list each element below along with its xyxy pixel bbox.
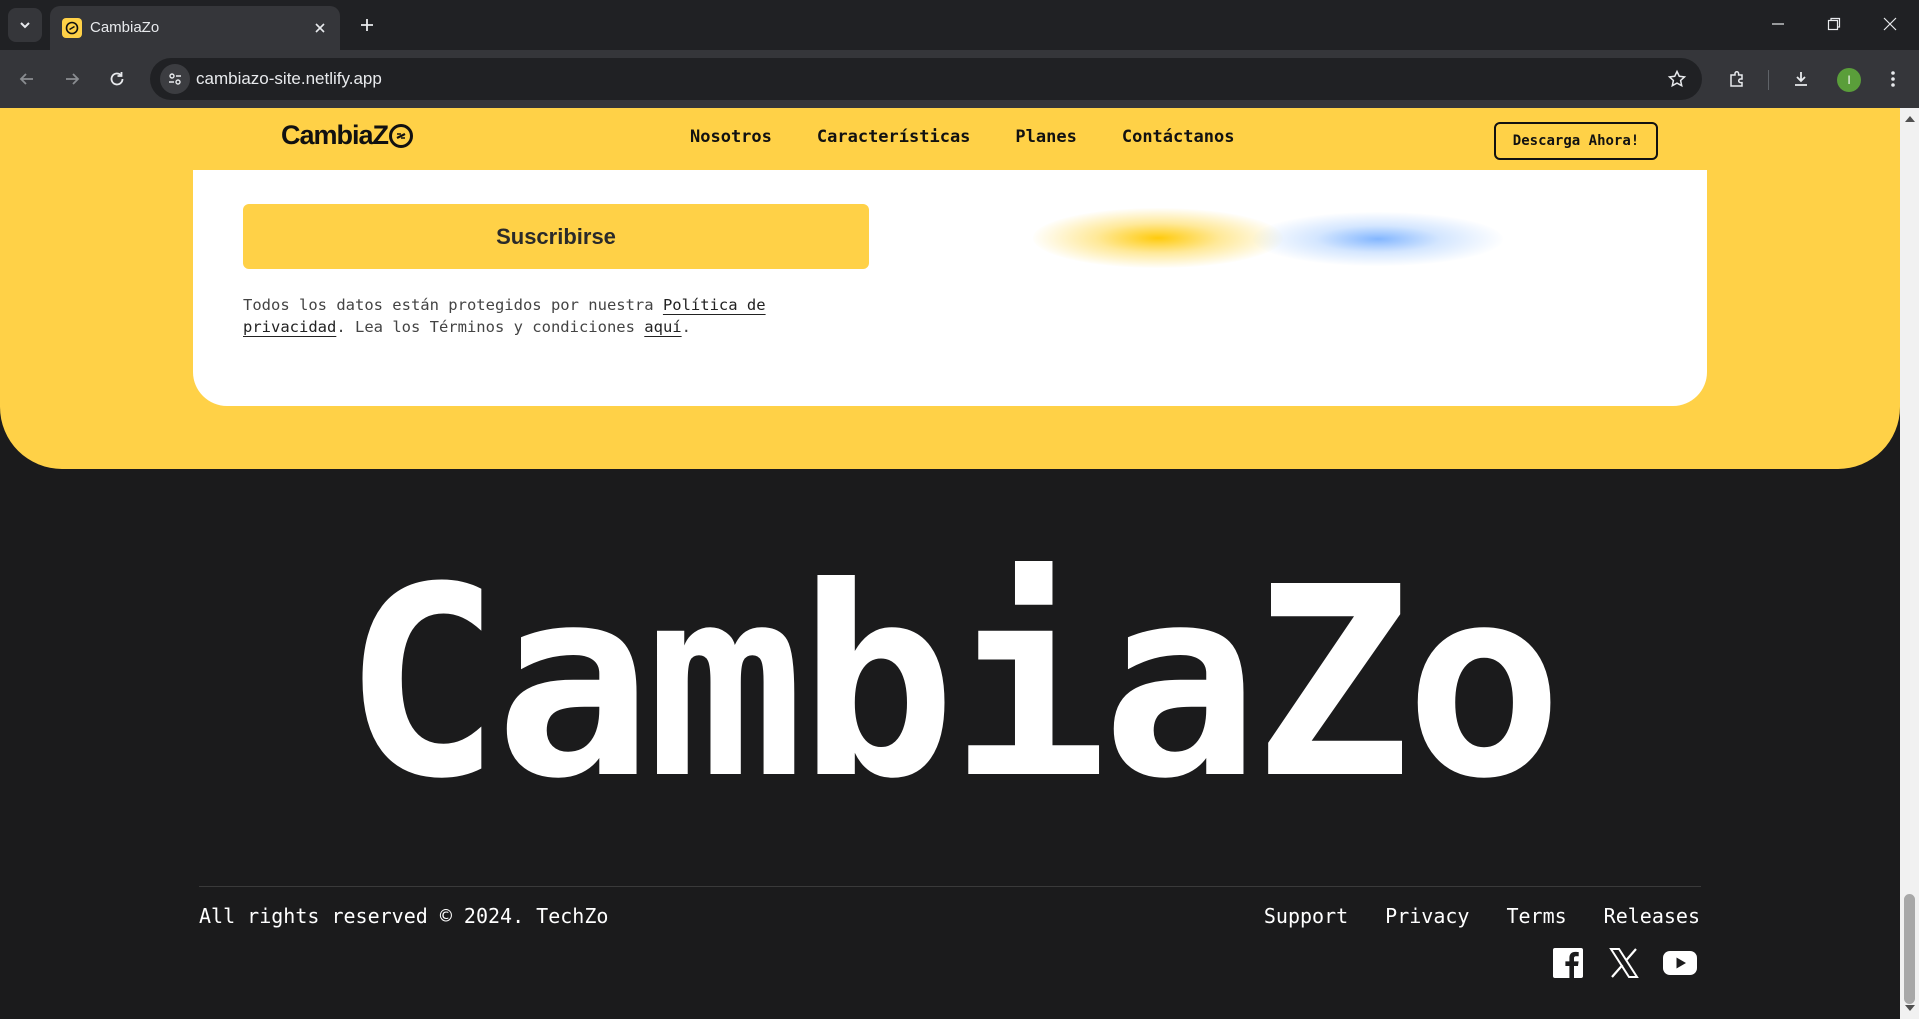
youtube-icon[interactable] (1663, 946, 1697, 980)
page-scrollbar[interactable] (1900, 108, 1919, 1019)
back-icon[interactable] (10, 62, 44, 96)
profile-avatar[interactable]: I (1837, 68, 1861, 92)
address-bar[interactable]: cambiazo-site.netlify.app (150, 58, 1702, 100)
browser-tab-strip: CambiaZo (0, 0, 1919, 50)
toolbar-separator (1768, 70, 1769, 90)
blue-glow (1253, 212, 1503, 266)
footer-links: Support Privacy Terms Releases (1227, 904, 1700, 928)
logo-mark-icon (389, 123, 414, 148)
privacy-note: Todos los datos están protegidos por nue… (243, 296, 766, 336)
downloads-icon[interactable] (1784, 62, 1818, 96)
scrollbar-thumb[interactable] (1904, 894, 1915, 1004)
url-text: cambiazo-site.netlify.app (196, 69, 382, 88)
reload-icon[interactable] (100, 62, 134, 96)
nav-link-planes[interactable]: Planes (1015, 127, 1076, 147)
download-now-button[interactable]: Descarga Ahora! (1494, 122, 1658, 160)
nav-link-caracteristicas[interactable]: Características (817, 127, 971, 147)
nav-links: Nosotros Características Planes Contácta… (690, 127, 1279, 147)
chevron-down-icon (20, 22, 30, 29)
footer-link-support[interactable]: Support (1264, 904, 1348, 928)
footer-link-releases[interactable]: Releases (1604, 904, 1700, 928)
footer-link-terms[interactable]: Terms (1506, 904, 1566, 928)
nav-link-contactanos[interactable]: Contáctanos (1122, 127, 1235, 147)
browser-tab[interactable]: CambiaZo (50, 6, 340, 50)
footer-divider (199, 886, 1701, 887)
terms-link[interactable]: aquí (644, 318, 681, 336)
new-tab-icon[interactable] (352, 10, 382, 40)
extensions-icon[interactable] (1720, 62, 1754, 96)
page-viewport: Suscribirse Todos los datos están proteg… (0, 108, 1900, 1019)
restore-icon[interactable] (1806, 0, 1862, 48)
tab-search-button[interactable] (8, 8, 42, 42)
copyright-text: All rights reserved © 2024. TechZo (199, 904, 609, 928)
minimize-icon[interactable] (1750, 0, 1806, 48)
cambiazo-favicon (62, 18, 82, 38)
cambiazo-logo[interactable]: CambiaZ (281, 120, 414, 151)
more-menu-icon[interactable] (1876, 62, 1910, 96)
tab-title: CambiaZo (90, 19, 160, 36)
scroll-up-arrow-icon[interactable] (1905, 116, 1915, 122)
x-icon[interactable] (1607, 946, 1641, 980)
forward-icon[interactable] (55, 62, 89, 96)
footer-brand-wordmark: CambiaZo (343, 531, 1563, 836)
site-info-icon[interactable] (160, 64, 190, 94)
footer-link-privacy[interactable]: Privacy (1385, 904, 1469, 928)
yellow-glow (1033, 208, 1283, 268)
bookmark-star-icon[interactable] (1662, 64, 1692, 94)
subscribe-button[interactable]: Suscribirse (243, 204, 869, 269)
nav-link-nosotros[interactable]: Nosotros (690, 127, 772, 147)
close-window-icon[interactable] (1862, 0, 1918, 48)
browser-toolbar: cambiazo-site.netlify.app (0, 50, 1919, 108)
facebook-icon[interactable] (1551, 946, 1585, 980)
site-header: CambiaZ Nosotros Características Planes … (0, 108, 1900, 170)
close-tab-icon[interactable] (308, 16, 332, 40)
scroll-down-arrow-icon[interactable] (1905, 1005, 1915, 1011)
